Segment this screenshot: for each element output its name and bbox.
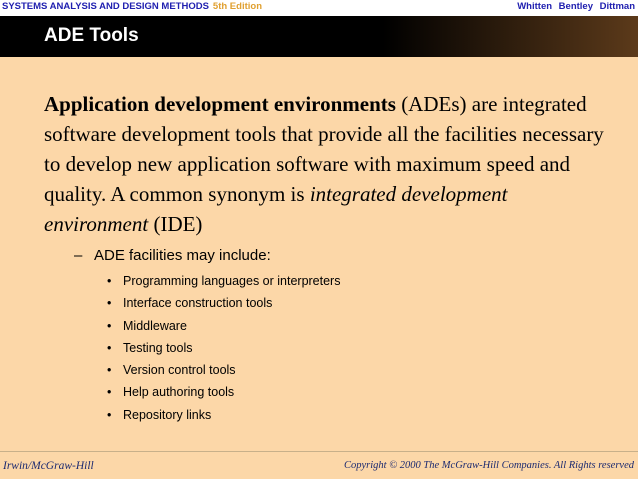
slide: SYSTEMS ANALYSIS AND DESIGN METHODS 5th E… bbox=[0, 0, 638, 479]
dash-marker: – bbox=[74, 247, 83, 264]
subheading: – ADE facilities may include: bbox=[74, 247, 271, 264]
title-bar: ADE Tools bbox=[0, 16, 638, 57]
bullet-marker: • bbox=[107, 363, 112, 378]
bold-term: Application development environments bbox=[44, 92, 396, 116]
slide-title: ADE Tools bbox=[44, 25, 139, 46]
bullet-marker: • bbox=[107, 407, 112, 422]
facilities-list: • Programming languages or interpreters •… bbox=[107, 270, 340, 426]
course-title: SYSTEMS ANALYSIS AND DESIGN METHODS bbox=[2, 1, 209, 12]
list-item: • Repository links bbox=[107, 404, 340, 426]
bullet-marker: • bbox=[107, 385, 112, 400]
footer: Irwin/McGraw-Hill Copyright © 2000 The M… bbox=[0, 451, 638, 479]
authors: Whitten Bentley Dittman bbox=[517, 1, 635, 12]
list-item-text: Programming languages or interpreters bbox=[123, 274, 341, 288]
bullet-marker: • bbox=[107, 296, 112, 311]
bullet-marker: • bbox=[107, 274, 112, 288]
book-title: SYSTEMS ANALYSIS AND DESIGN METHODS 5th E… bbox=[2, 1, 262, 12]
publisher-label: Irwin/McGraw-Hill bbox=[3, 460, 94, 472]
subheading-text: ADE facilities may include: bbox=[94, 247, 271, 264]
list-item: • Middleware bbox=[107, 315, 340, 337]
bullet-marker: • bbox=[107, 340, 112, 355]
list-item: • Version control tools bbox=[107, 359, 340, 381]
definition-paragraph: Application development environments (AD… bbox=[44, 89, 604, 239]
edition-label: 5th Edition bbox=[212, 1, 262, 12]
list-item: • Programming languages or interpreters bbox=[107, 270, 340, 292]
bullet-marker: • bbox=[107, 318, 112, 333]
header-bar: SYSTEMS ANALYSIS AND DESIGN METHODS 5th E… bbox=[0, 0, 638, 16]
list-item-text: Middleware bbox=[123, 318, 187, 333]
copyright-notice: Copyright © 2000 The McGraw-Hill Compani… bbox=[343, 460, 634, 471]
list-item: • Testing tools bbox=[107, 337, 340, 359]
list-item-text: Help authoring tools bbox=[123, 385, 235, 400]
list-item-text: Version control tools bbox=[123, 363, 236, 378]
list-item-text: Repository links bbox=[123, 407, 212, 422]
list-item-text: Interface construction tools bbox=[123, 296, 273, 311]
list-item: • Help authoring tools bbox=[107, 381, 340, 403]
paragraph-ending: (IDE) bbox=[148, 212, 203, 236]
list-item-text: Testing tools bbox=[123, 340, 193, 355]
list-item: • Interface construction tools bbox=[107, 292, 340, 314]
